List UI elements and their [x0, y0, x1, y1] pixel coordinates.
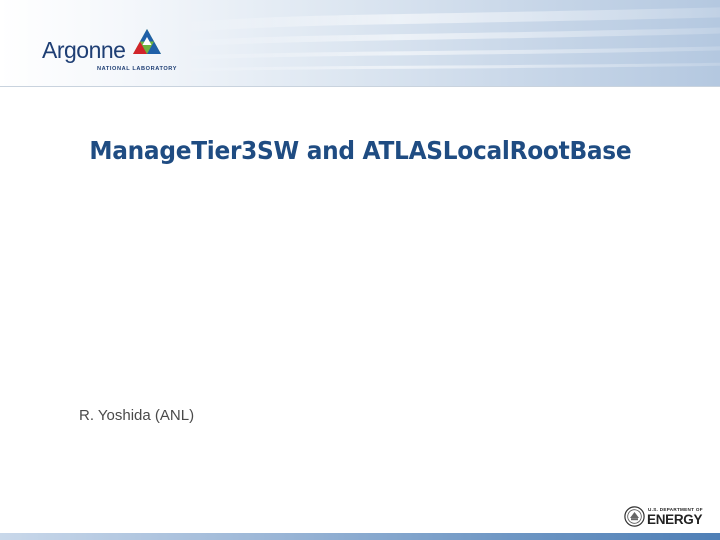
header-decoration: [175, 7, 720, 72]
slide-author: R. Yoshida (ANL): [79, 407, 195, 424]
doe-logo: U.S. DEPARTMENT OF ENERGY: [624, 505, 704, 529]
doe-big-text: ENERGY: [647, 512, 703, 527]
footer-bar: [0, 533, 720, 540]
logo-subtitle: NATIONAL LABORATORY: [97, 66, 178, 72]
slide-title: ManageTier3SW and ATLASLocalRootBase: [0, 136, 720, 165]
header-divider: [0, 86, 720, 87]
slide-title-text: ManageTier3SW and ATLASLocalRootBase: [89, 136, 631, 165]
doe-seal-icon: [624, 506, 645, 527]
argonne-triangle-logo-icon: [133, 29, 161, 54]
logo-wordmark: Argonne: [42, 37, 126, 63]
argonne-logo: Argonne NATIONAL LABORATORY: [40, 28, 176, 76]
